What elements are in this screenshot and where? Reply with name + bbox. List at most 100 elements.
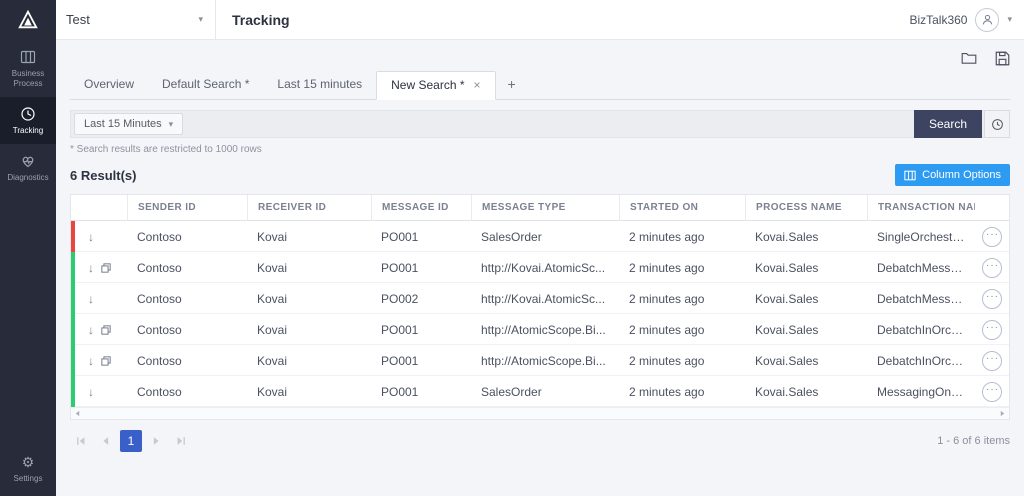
person-icon: [982, 14, 993, 25]
cell-sender-id: Contoso: [137, 229, 182, 244]
open-folder-icon[interactable]: [961, 51, 977, 65]
row-icons: ↓: [75, 261, 127, 275]
cell-message-type: http://Kovai.AtomicSc...: [481, 291, 606, 306]
download-icon[interactable]: ↓: [88, 230, 94, 244]
business-process-icon: [20, 50, 36, 64]
cell-message-id: PO001: [381, 229, 419, 244]
column-header-sender-id[interactable]: SENDER ID: [127, 195, 247, 221]
tracking-icon: [21, 107, 35, 121]
cell-message-type: http://Kovai.AtomicSc...: [481, 260, 606, 275]
cell-started-on: 2 minutes ago: [629, 229, 705, 244]
scroll-right-icon[interactable]: [999, 410, 1006, 417]
sidebar-item-settings[interactable]: ⚙ Settings: [0, 445, 56, 493]
row-more-button[interactable]: ···: [982, 257, 1002, 278]
download-icon[interactable]: ↓: [88, 261, 94, 275]
cell-message-type: http://AtomicScope.Bi...: [481, 322, 606, 337]
cell-sender-id: Contoso: [137, 322, 182, 337]
row-more-button[interactable]: ···: [982, 319, 1002, 340]
cell-sender-id: Contoso: [137, 353, 182, 368]
user-avatar[interactable]: [975, 7, 1000, 32]
pagination-summary: 1 - 6 of 6 items: [937, 435, 1010, 447]
batch-icon[interactable]: [101, 355, 111, 366]
row-more-button[interactable]: ···: [982, 226, 1002, 247]
table-row[interactable]: ↓ Contoso Kovai PO002 http://Kovai.Atomi…: [71, 283, 1009, 314]
cell-sender-id: Contoso: [137, 291, 182, 306]
search-tabs: Overview Default Search * Last 15 minute…: [70, 70, 1010, 100]
download-icon[interactable]: ↓: [88, 385, 94, 399]
cell-receiver-id: Kovai: [257, 229, 288, 244]
product-label[interactable]: BizTalk360: [909, 13, 967, 27]
sidebar-item-tracking[interactable]: Tracking: [0, 97, 56, 144]
batch-icon[interactable]: [101, 262, 111, 273]
results-table: SENDER ID RECEIVER ID MESSAGE ID MESSAGE…: [70, 194, 1010, 420]
tab-default-search[interactable]: Default Search *: [148, 70, 263, 99]
topbar-right: BizTalk360 ▾: [909, 7, 1024, 32]
cell-sender-id: Contoso: [137, 384, 182, 399]
batch-icon[interactable]: [101, 324, 111, 335]
cell-transaction-name: SingleOrchestrationSc...: [877, 229, 975, 244]
table-row[interactable]: ↓ Contoso Kovai PO001 http://Kovai.Atomi…: [71, 252, 1009, 283]
row-more-button[interactable]: ···: [982, 381, 1002, 402]
cell-message-id: PO002: [381, 291, 419, 306]
horizontal-scrollbar[interactable]: [71, 407, 1009, 419]
add-tab-button[interactable]: +: [496, 70, 528, 99]
columns-icon: [904, 170, 916, 180]
cell-message-type: SalesOrder: [481, 384, 542, 399]
gear-icon: ⚙: [21, 453, 35, 470]
sidebar: Business Process Tracking Diagnostics ⚙ …: [0, 0, 56, 496]
page-number-current[interactable]: 1: [120, 430, 142, 452]
scroll-left-icon[interactable]: [74, 410, 81, 417]
tab-new-search[interactable]: New Search * ×: [376, 71, 496, 100]
row-icons: ↓: [75, 230, 127, 244]
column-header-message-id[interactable]: MESSAGE ID: [371, 195, 471, 221]
column-options-label: Column Options: [922, 169, 1001, 181]
cell-process-name: Kovai.Sales: [755, 322, 819, 337]
row-icons: ↓: [75, 292, 127, 306]
column-header-transaction-name[interactable]: TRANSACTION NAME: [867, 195, 975, 221]
table-row[interactable]: ↓ Contoso Kovai PO001 http://AtomicScope…: [71, 314, 1009, 345]
table-row[interactable]: ↓ Contoso Kovai PO001 SalesOrder 2 minut…: [71, 221, 1009, 252]
column-options-button[interactable]: Column Options: [895, 164, 1010, 186]
row-more-button[interactable]: ···: [982, 350, 1002, 371]
save-icon[interactable]: [995, 51, 1010, 66]
column-header-receiver-id[interactable]: RECEIVER ID: [247, 195, 371, 221]
cell-message-id: PO001: [381, 322, 419, 337]
first-page-button[interactable]: [70, 430, 92, 452]
table-row[interactable]: ↓ Contoso Kovai PO001 http://AtomicScope…: [71, 345, 1009, 376]
search-button[interactable]: Search: [913, 110, 982, 138]
sidebar-item-label: Business Process: [11, 69, 45, 88]
cell-process-name: Kovai.Sales: [755, 353, 819, 368]
chevron-down-icon: ▾: [198, 14, 203, 24]
pagination-bar: 1 1 - 6 of 6 items: [70, 430, 1010, 462]
close-tab-icon[interactable]: ×: [474, 71, 481, 100]
time-range-value: Last 15 Minutes: [84, 118, 162, 130]
workspace-dropdown[interactable]: Test ▾: [56, 0, 216, 40]
workspace-name: Test: [66, 12, 90, 27]
cell-transaction-name: MessagingOnlyScenario: [877, 384, 975, 399]
table-header-row: SENDER ID RECEIVER ID MESSAGE ID MESSAGE…: [71, 195, 1009, 221]
download-icon[interactable]: ↓: [88, 354, 94, 368]
last-page-button[interactable]: [170, 430, 192, 452]
cell-started-on: 2 minutes ago: [629, 291, 705, 306]
user-menu-chevron-icon[interactable]: ▾: [1007, 14, 1012, 25]
sidebar-item-diagnostics[interactable]: Diagnostics: [0, 144, 56, 191]
tab-overview[interactable]: Overview: [70, 70, 148, 99]
previous-page-button[interactable]: [95, 430, 117, 452]
row-icons: ↓: [75, 354, 127, 368]
column-header-process-name[interactable]: PROCESS NAME: [745, 195, 867, 221]
app-logo[interactable]: [0, 0, 56, 40]
column-header-icons: [75, 195, 127, 221]
query-history-button[interactable]: [984, 110, 1010, 138]
column-header-message-type[interactable]: MESSAGE TYPE: [471, 195, 619, 221]
next-page-button[interactable]: [145, 430, 167, 452]
column-header-started-on[interactable]: STARTED ON: [619, 195, 745, 221]
sidebar-item-business-process[interactable]: Business Process: [0, 40, 56, 97]
topbar: Test ▾ Tracking BizTalk360 ▾: [56, 0, 1024, 40]
row-more-button[interactable]: ···: [982, 288, 1002, 309]
download-icon[interactable]: ↓: [88, 323, 94, 337]
page-title: Tracking: [232, 11, 290, 28]
table-row[interactable]: ↓ Contoso Kovai PO001 SalesOrder 2 minut…: [71, 376, 1009, 407]
tab-last-15-minutes[interactable]: Last 15 minutes: [263, 70, 376, 99]
download-icon[interactable]: ↓: [88, 292, 94, 306]
time-range-dropdown[interactable]: Last 15 Minutes ▾: [74, 113, 184, 135]
